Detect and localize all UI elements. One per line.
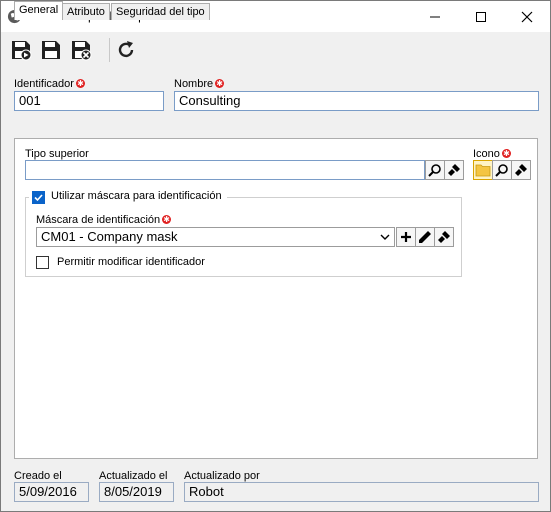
- identificador-label-text: Identificador: [14, 78, 74, 90]
- creado-field: 5/09/2016: [14, 482, 89, 502]
- permit-modify-label: Permitir modificar identificador: [57, 256, 205, 268]
- icono-label-text: Icono: [473, 148, 500, 160]
- close-button[interactable]: [504, 1, 550, 32]
- minimize-icon: [430, 16, 440, 17]
- maximize-button[interactable]: [458, 1, 504, 32]
- tab-seguridad-del-tipo[interactable]: Seguridad del tipo: [111, 3, 210, 20]
- icono-label: Icono ✱: [473, 148, 511, 160]
- creado-label: Creado el: [14, 470, 62, 482]
- tab-general[interactable]: General: [14, 1, 64, 20]
- tipo-superior-clear-button[interactable]: [444, 160, 464, 180]
- nombre-label-text: Nombre: [174, 78, 214, 90]
- mascara-clear-button[interactable]: [434, 227, 454, 247]
- close-icon: [521, 11, 533, 22]
- mascara-edit-button[interactable]: [415, 227, 435, 247]
- nombre-field[interactable]: Consulting: [174, 91, 539, 111]
- required-icon: ✱: [75, 79, 85, 88]
- eraser-brush-icon: [438, 231, 450, 243]
- plus-icon: [401, 232, 411, 242]
- chevron-down-icon: [380, 234, 390, 240]
- mascara-label: Máscara de identificación ✱: [36, 214, 172, 226]
- actualizado-por-label: Actualizado por: [184, 470, 260, 482]
- save-new-icon: [42, 41, 60, 59]
- use-mask-checkbox[interactable]: [32, 191, 45, 204]
- dialog-window: Datos del tipo de empresa: [0, 0, 551, 512]
- required-icon: ✱: [162, 215, 172, 224]
- maximize-icon: [476, 11, 486, 22]
- mascara-label-text: Máscara de identificación: [36, 214, 161, 226]
- actualizado-por-field: Robot: [184, 482, 539, 502]
- tipo-superior-search-button[interactable]: [425, 160, 445, 180]
- actualizado-field: 8/05/2019: [99, 482, 174, 502]
- required-icon: ✱: [215, 79, 225, 88]
- save-close-icon: [72, 41, 92, 61]
- actualizado-label: Actualizado el: [99, 470, 168, 482]
- save-button[interactable]: [8, 37, 34, 63]
- use-mask-label: Utilizar máscara para identificación: [51, 190, 222, 202]
- tab-atributo[interactable]: Atributo: [62, 3, 110, 20]
- required-icon: ✱: [501, 149, 511, 158]
- icon-search-button[interactable]: [492, 160, 512, 180]
- nombre-label: Nombre ✱: [174, 78, 225, 90]
- identificador-label: Identificador ✱: [14, 78, 85, 90]
- toolbar: [1, 32, 550, 69]
- pencil-icon: [419, 231, 431, 243]
- icon-clear-button[interactable]: [511, 160, 531, 180]
- search-icon: [495, 164, 508, 177]
- mascara-add-button[interactable]: [396, 227, 416, 247]
- tipo-superior-label: Tipo superior: [25, 148, 89, 160]
- permit-modify-checkbox[interactable]: [36, 256, 49, 269]
- tab-panel-general: [14, 138, 538, 459]
- mascara-select-value: CM01 - Company mask: [41, 229, 178, 244]
- save-icon: [12, 41, 32, 61]
- save-new-button[interactable]: [38, 37, 64, 63]
- mascara-select[interactable]: CM01 - Company mask: [36, 227, 395, 247]
- eraser-brush-icon: [448, 164, 460, 176]
- eraser-brush-icon: [515, 164, 527, 176]
- minimize-button[interactable]: [412, 1, 458, 32]
- icon-preview[interactable]: [473, 160, 493, 180]
- save-close-button[interactable]: [68, 37, 94, 63]
- toolbar-separator: [109, 38, 110, 62]
- tipo-superior-field[interactable]: [25, 160, 425, 180]
- identificador-field[interactable]: 001: [14, 91, 164, 111]
- refresh-icon: [118, 41, 134, 58]
- checkmark-icon: [34, 194, 43, 202]
- folder-icon: [475, 164, 491, 177]
- refresh-button[interactable]: [113, 37, 139, 63]
- search-icon: [428, 164, 441, 177]
- mask-group-header: Utilizar máscara para identificación: [29, 190, 227, 204]
